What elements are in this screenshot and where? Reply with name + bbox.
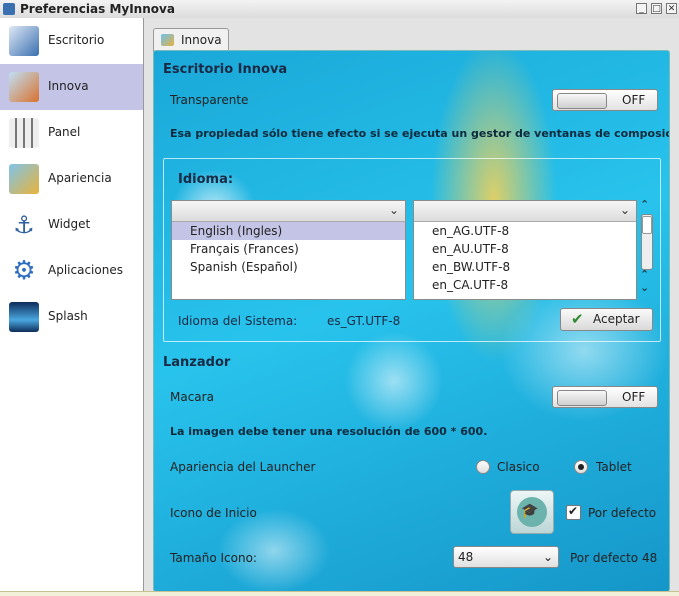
- toggle-knob: [557, 390, 607, 406]
- panel-sliders-icon: [9, 118, 39, 148]
- close-button[interactable]: ✕: [666, 3, 677, 14]
- gear-icon: ⚙: [12, 256, 36, 286]
- sidebar-item-label: Escritorio: [48, 33, 105, 47]
- section-lanzador-heading: Lanzador: [163, 355, 231, 370]
- idioma-group: Idioma: ⌄ English (Ingles) Français (Fra…: [163, 158, 661, 342]
- innova-panel: Escritorio Innova Transparente OFF Esa p…: [153, 50, 670, 592]
- scroll-up-icon[interactable]: ⌃: [640, 198, 649, 211]
- system-language-label: Idioma del Sistema:: [178, 314, 298, 328]
- sidebar-item-splash[interactable]: Splash: [0, 294, 143, 340]
- window-title: Preferencias MyInnova: [20, 2, 175, 16]
- section-escritorio-heading: Escritorio Innova: [163, 62, 288, 77]
- scroll-up-icon[interactable]: ⌃: [640, 268, 649, 281]
- sidebar-item-label: Aplicaciones: [48, 263, 123, 277]
- list-item[interactable]: en_BW.UTF-8: [414, 258, 636, 276]
- radio-clasico-label: Clasico: [497, 460, 540, 474]
- transparente-label: Transparente: [170, 93, 249, 107]
- graduation-cap-glyph: 🎓: [521, 503, 539, 519]
- idioma-heading: Idioma:: [178, 172, 234, 187]
- icon-size-label: Tamaño Icono:: [170, 551, 257, 565]
- icon-size-default: Por defecto 48: [570, 551, 658, 565]
- accept-button[interactable]: ✔ Aceptar: [560, 308, 653, 331]
- chevron-down-icon: ⌄: [388, 203, 399, 217]
- icon-size-select[interactable]: 48 ⌄: [453, 546, 559, 568]
- transparente-toggle[interactable]: OFF: [552, 89, 658, 111]
- desktop-icon: [9, 26, 39, 56]
- list-item[interactable]: Spanish (Español): [172, 258, 405, 276]
- list-item[interactable]: en_AG.UTF-8: [414, 222, 636, 240]
- sidebar-item-label: Innova: [48, 79, 89, 93]
- splash-icon: [9, 302, 39, 332]
- list-item[interactable]: en_CA.UTF-8: [414, 276, 636, 294]
- por-defecto-checkbox[interactable]: ✔: [566, 504, 581, 520]
- composition-note: Esa propiedad sólo tiene efecto si se ej…: [170, 127, 670, 140]
- chevron-down-icon: ⌄: [619, 203, 630, 217]
- locale-scrollbar[interactable]: ⌃ ⌃ ⌄: [638, 198, 654, 300]
- toggle-knob: [557, 93, 607, 109]
- window-bottom-edge: [0, 591, 679, 596]
- sidebar-item-panel[interactable]: Panel: [0, 110, 143, 156]
- accept-button-label: Aceptar: [593, 312, 640, 326]
- sidebar-item-widget[interactable]: ⚓ Widget: [0, 202, 143, 248]
- innova-icon: [9, 72, 39, 102]
- tab-innova[interactable]: Innova: [153, 28, 229, 52]
- title-bar: Preferencias MyInnova _ □ ✕: [0, 0, 679, 19]
- toggle-state: OFF: [622, 93, 646, 107]
- macara-label: Macara: [170, 390, 214, 404]
- sidebar: Escritorio Innova Panel Apariencia ⚓ Wid…: [0, 18, 144, 591]
- scrollbar-thumb[interactable]: [642, 216, 652, 234]
- maximize-button[interactable]: □: [651, 3, 662, 14]
- list-item[interactable]: English (Ingles): [172, 222, 405, 240]
- minimize-button[interactable]: _: [636, 3, 647, 14]
- icon-size-value: 48: [458, 550, 474, 564]
- appearance-icon: [9, 164, 39, 194]
- radio-tablet-label: Tablet: [596, 460, 632, 474]
- sidebar-item-label: Apariencia: [48, 171, 112, 185]
- innova-tab-icon: [161, 34, 174, 46]
- locale-list[interactable]: ⌄ en_AG.UTF-8 en_AU.UTF-8 en_BW.UTF-8 en…: [413, 200, 637, 300]
- radio-clasico[interactable]: [476, 460, 490, 474]
- sidebar-item-label: Widget: [48, 217, 91, 231]
- tab-label: Innova: [181, 33, 222, 47]
- sidebar-item-apariencia[interactable]: Apariencia: [0, 156, 143, 202]
- start-icon-button[interactable]: 🎓: [510, 490, 554, 534]
- por-defecto-label: Por defecto: [588, 506, 657, 520]
- sidebar-item-label: Splash: [48, 309, 88, 323]
- sidebar-item-label: Panel: [48, 125, 81, 139]
- locale-list-header[interactable]: ⌄: [414, 201, 636, 222]
- start-icon-label: Icono de Inicio: [170, 506, 257, 520]
- list-item[interactable]: Français (Frances): [172, 240, 405, 258]
- sidebar-item-aplicaciones[interactable]: ⚙ Aplicaciones: [0, 248, 143, 294]
- sidebar-item-escritorio[interactable]: Escritorio: [0, 18, 143, 64]
- radio-tablet[interactable]: [574, 460, 588, 474]
- chevron-down-icon: ⌄: [542, 550, 553, 564]
- image-resolution-note: La imagen debe tener una resolución de 6…: [170, 425, 488, 438]
- check-icon: ✔: [568, 504, 579, 518]
- radio-dot: [578, 464, 584, 470]
- macara-toggle[interactable]: OFF: [552, 386, 658, 408]
- system-language-value: es_GT.UTF-8: [327, 314, 401, 328]
- app-icon: [3, 3, 15, 15]
- language-list-header[interactable]: ⌄: [172, 201, 405, 222]
- language-list[interactable]: ⌄ English (Ingles) Français (Frances) Sp…: [171, 200, 406, 300]
- toggle-state: OFF: [622, 390, 646, 404]
- check-icon: ✔: [571, 310, 584, 328]
- anchor-icon: ⚓: [13, 211, 35, 239]
- sidebar-item-innova[interactable]: Innova: [0, 64, 143, 110]
- main-area: Innova Escritorio Innova Transparente OF…: [144, 18, 679, 592]
- launcher-appearance-label: Apariencia del Launcher: [170, 460, 316, 474]
- list-item[interactable]: en_AU.UTF-8: [414, 240, 636, 258]
- scroll-down-icon[interactable]: ⌄: [640, 281, 649, 294]
